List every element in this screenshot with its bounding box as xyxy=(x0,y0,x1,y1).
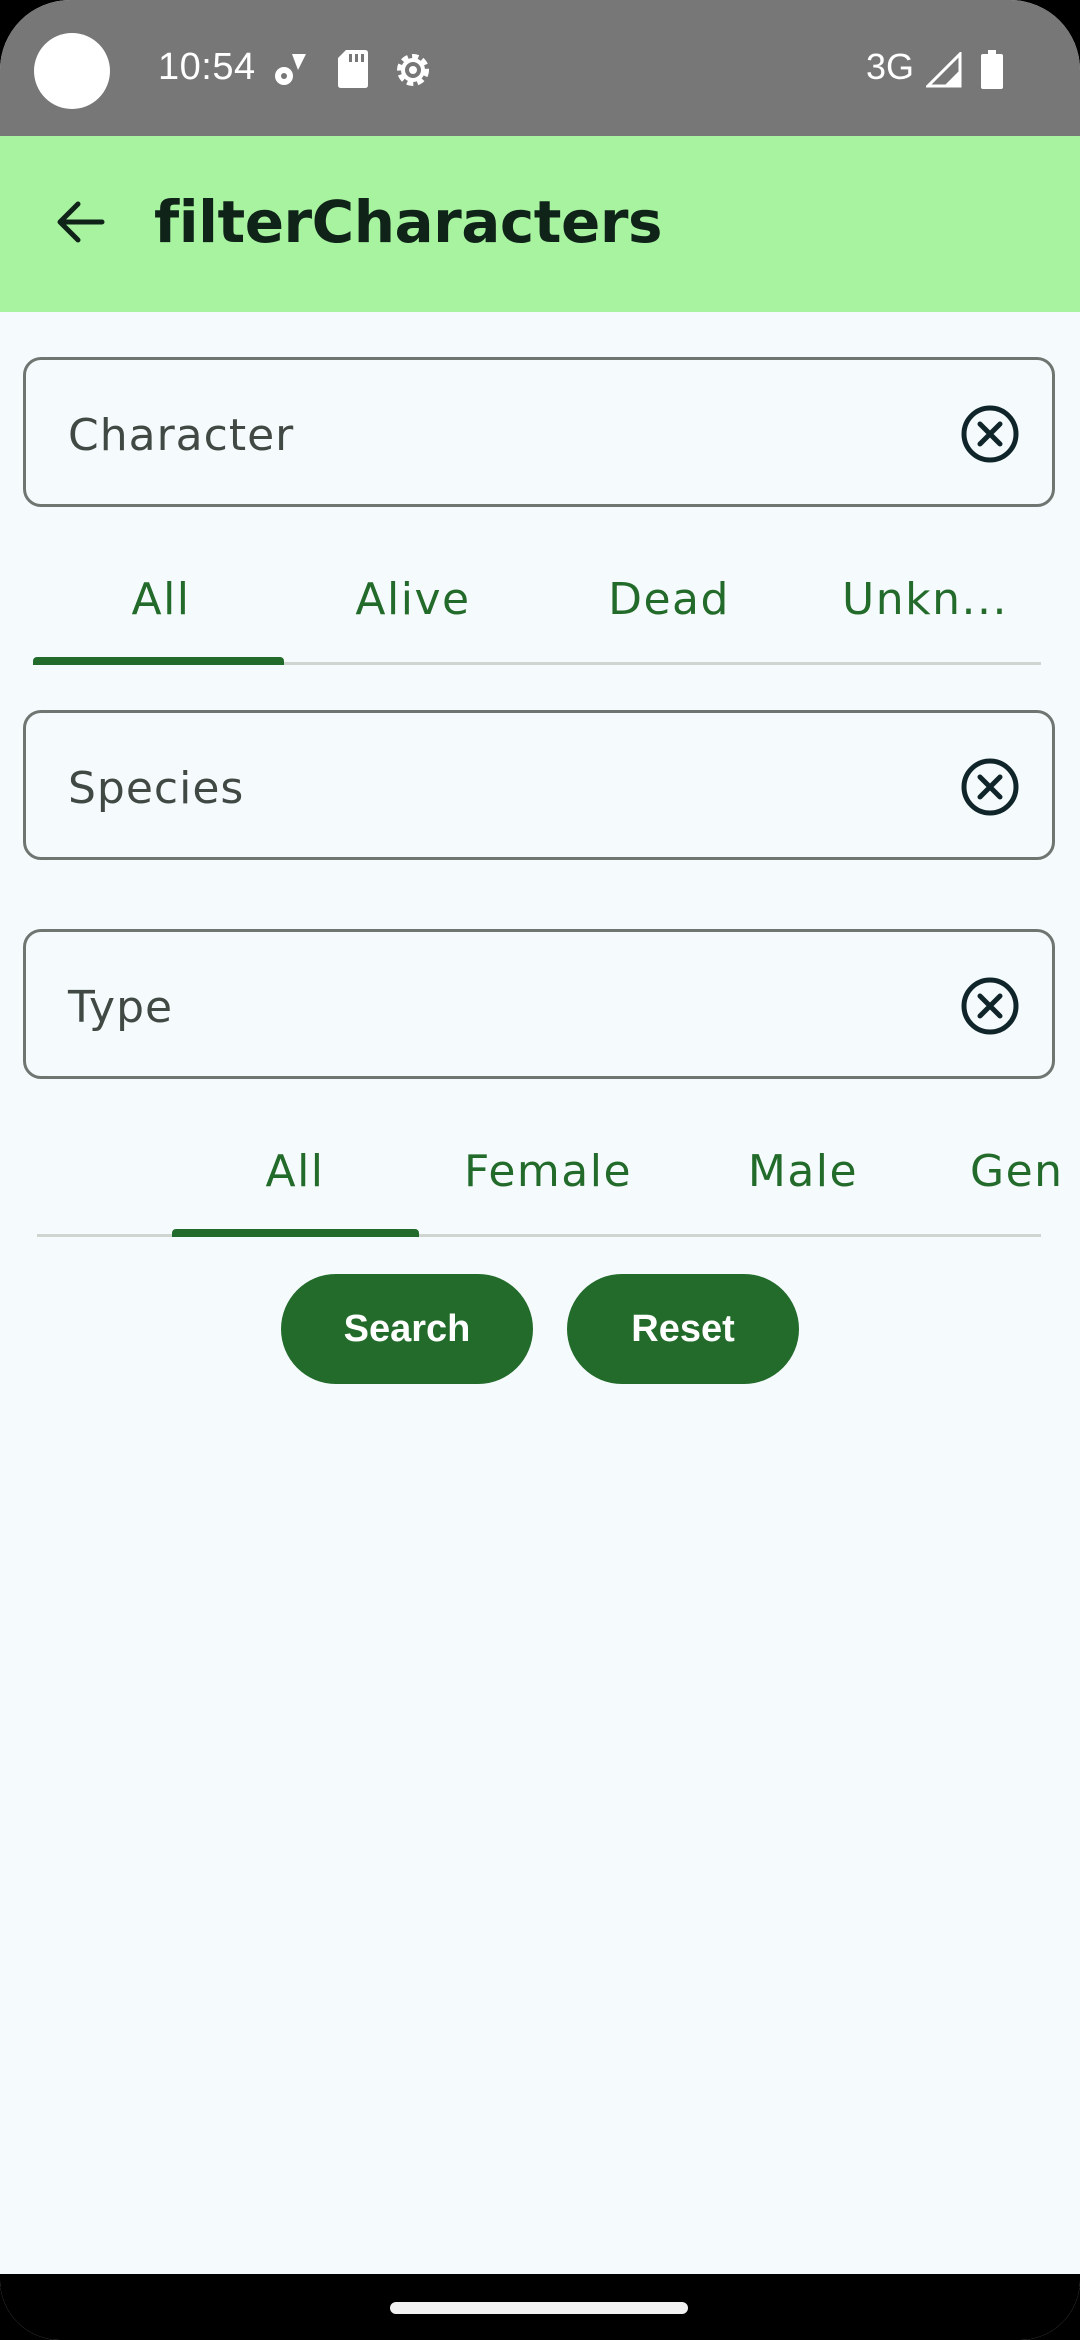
tab-gender-all[interactable]: All xyxy=(172,1122,418,1222)
character-field[interactable]: Character xyxy=(23,357,1055,507)
species-field[interactable]: Species xyxy=(23,710,1055,860)
camera-cutout xyxy=(34,33,110,109)
character-placeholder: Character xyxy=(68,410,295,461)
gender-tabs: All Female Male Gen xyxy=(0,1122,1080,1237)
clear-circle-icon[interactable] xyxy=(960,976,1020,1036)
network-type: 3G xyxy=(866,46,915,87)
tab-status-all[interactable]: All xyxy=(37,550,285,650)
species-placeholder: Species xyxy=(68,763,245,814)
tab-gender-genderless[interactable]: Gen xyxy=(930,1122,1080,1222)
tab-status-alive[interactable]: Alive xyxy=(290,550,536,650)
tab-indicator xyxy=(172,1229,419,1237)
settings-gear-icon xyxy=(393,50,433,94)
screen: 10:54 3G filterCharacters Character All … xyxy=(0,0,1080,2340)
tab-gender-male[interactable]: Male xyxy=(680,1122,926,1222)
tab-label: Dead xyxy=(608,574,730,625)
navigation-bar xyxy=(0,2274,1080,2340)
tab-gender-female[interactable]: Female xyxy=(422,1122,674,1222)
tab-label: All xyxy=(131,574,191,625)
page-title: filterCharacters xyxy=(154,188,662,256)
status-bar: 10:54 3G xyxy=(0,0,1080,136)
signal-icon xyxy=(924,50,962,92)
app-bar: filterCharacters xyxy=(0,136,1080,312)
home-gesture-handle[interactable] xyxy=(390,2302,688,2314)
tab-indicator xyxy=(33,657,284,665)
tab-label: Alive xyxy=(355,574,471,625)
clear-circle-icon[interactable] xyxy=(960,757,1020,817)
tab-label: Female xyxy=(463,1146,633,1197)
search-button[interactable]: Search xyxy=(281,1274,533,1384)
tab-label: Gen xyxy=(970,1146,1064,1197)
battery-icon xyxy=(980,50,1004,94)
back-button[interactable] xyxy=(40,184,120,264)
tab-status-dead[interactable]: Dead xyxy=(546,550,792,650)
tab-status-unknown[interactable]: Unkn... xyxy=(800,550,1050,650)
clear-circle-icon[interactable] xyxy=(960,404,1020,464)
tab-label: Male xyxy=(747,1146,859,1197)
sd-card-icon xyxy=(338,50,368,92)
tab-label: All xyxy=(265,1146,325,1197)
type-field[interactable]: Type xyxy=(23,929,1055,1079)
status-tabs: All Alive Dead Unkn... xyxy=(0,550,1080,665)
tab-label: Unkn... xyxy=(842,574,1008,625)
fan-icon xyxy=(270,50,310,94)
type-placeholder: Type xyxy=(68,982,174,1033)
status-time: 10:54 xyxy=(158,46,256,88)
arrow-back-icon xyxy=(54,200,106,248)
reset-button[interactable]: Reset xyxy=(567,1274,799,1384)
